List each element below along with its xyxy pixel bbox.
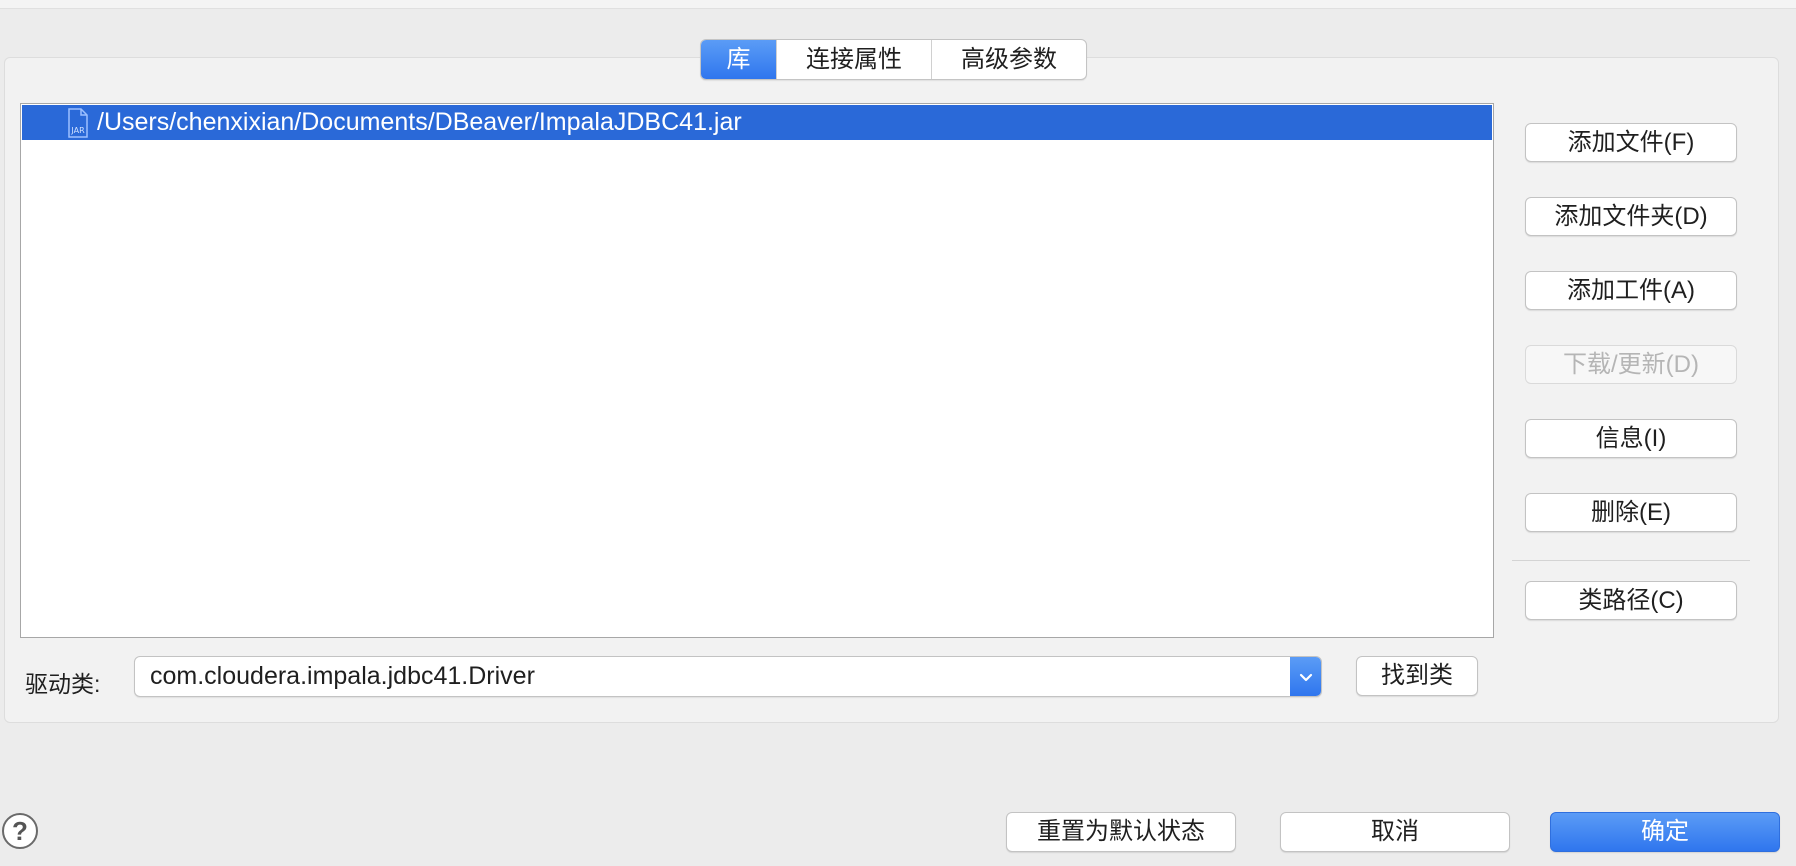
cancel-button[interactable]: 取消: [1280, 812, 1510, 852]
window-top-strip: [0, 0, 1796, 9]
jar-file-icon: JAR: [65, 107, 91, 138]
svg-text:JAR: JAR: [70, 126, 85, 135]
library-path: /Users/chenxixian/Documents/DBeaver/Impa…: [97, 108, 742, 136]
driver-class-combo[interactable]: com.cloudera.impala.jdbc41.Driver: [134, 656, 1322, 697]
library-list[interactable]: JAR /Users/chenxixian/Documents/DBeaver/…: [20, 103, 1494, 638]
tab-advanced-parameters[interactable]: 高级参数: [931, 40, 1086, 79]
tab-connection-properties[interactable]: 连接属性: [776, 40, 931, 79]
delete-button[interactable]: 删除(E): [1525, 493, 1737, 532]
download-update-button: 下载/更新(D): [1525, 345, 1737, 384]
driver-class-label: 驱动类:: [25, 671, 101, 697]
ok-button[interactable]: 确定: [1550, 812, 1780, 852]
tab-bar: 库 连接属性 高级参数: [700, 39, 1087, 80]
classpath-button[interactable]: 类路径(C): [1525, 581, 1737, 620]
add-artifact-button[interactable]: 添加工件(A): [1525, 271, 1737, 310]
chevron-down-icon[interactable]: [1290, 657, 1321, 696]
help-icon[interactable]: ?: [2, 813, 38, 849]
button-separator: [1512, 560, 1750, 561]
tab-libraries[interactable]: 库: [701, 40, 776, 79]
library-list-item[interactable]: JAR /Users/chenxixian/Documents/DBeaver/…: [22, 105, 1492, 140]
reset-defaults-button[interactable]: 重置为默认状态: [1006, 812, 1236, 852]
driver-class-value[interactable]: com.cloudera.impala.jdbc41.Driver: [150, 657, 535, 696]
add-folder-button[interactable]: 添加文件夹(D): [1525, 197, 1737, 236]
info-button[interactable]: 信息(I): [1525, 419, 1737, 458]
find-class-button[interactable]: 找到类: [1356, 656, 1478, 696]
add-file-button[interactable]: 添加文件(F): [1525, 123, 1737, 162]
